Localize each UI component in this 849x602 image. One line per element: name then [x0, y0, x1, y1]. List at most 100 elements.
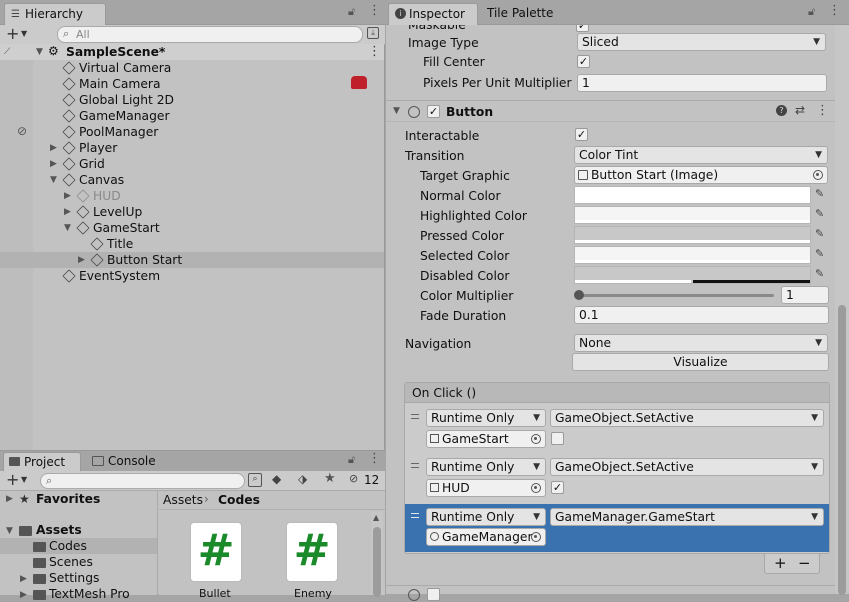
breadcrumb-codes[interactable]: Codes	[218, 492, 260, 508]
eyedropper-icon[interactable]: ✎	[815, 207, 829, 221]
lock-icon[interactable]: 🔓︎	[348, 453, 361, 467]
tree-item-settings[interactable]: Settings	[49, 570, 99, 586]
hierarchy-item[interactable]: ▼ Canvas	[0, 172, 384, 188]
chevron-down-icon[interactable]: ▼	[21, 475, 27, 484]
add-icon[interactable]: +	[6, 24, 19, 43]
fade-duration-input[interactable]: 0.1	[574, 306, 829, 324]
inspector-scrollbar[interactable]	[835, 25, 849, 595]
hierarchy-item[interactable]: ▶ LevelUp	[0, 204, 384, 220]
chevron-right-icon[interactable]: ▶	[64, 191, 71, 201]
hierarchy-item[interactable]: ▼ GameStart	[0, 220, 384, 236]
lock-icon[interactable]: 🔓︎	[348, 5, 361, 19]
search-scope-icon[interactable]: ⌕	[248, 473, 262, 487]
disabled-color-swatch[interactable]	[574, 266, 811, 284]
add-button[interactable]: +	[774, 554, 787, 572]
hierarchy-item[interactable]: Title	[0, 236, 384, 252]
transition-dropdown[interactable]: Color Tint ▼	[574, 146, 828, 164]
eyedropper-icon[interactable]: ✎	[815, 267, 829, 281]
chevron-right-icon[interactable]: ▶	[78, 255, 85, 265]
chevron-right-icon[interactable]: ▶	[64, 207, 71, 217]
presets-icon[interactable]: ⇄	[795, 103, 805, 117]
collapse-icon[interactable]: ⟋	[4, 47, 10, 57]
remove-button[interactable]: −	[798, 554, 811, 572]
hierarchy-item[interactable]: GameManager	[0, 108, 384, 124]
more-icon[interactable]: ⋮	[368, 44, 381, 59]
set-active-checkbox[interactable]	[551, 432, 564, 445]
tab-tile-palette[interactable]: Tile Palette	[480, 3, 553, 25]
eyedropper-icon[interactable]: ✎	[815, 187, 829, 201]
object-picker-icon[interactable]	[531, 434, 541, 444]
eyedropper-icon[interactable]: ✎	[815, 247, 829, 261]
more-icon[interactable]: ⋮	[368, 3, 381, 18]
tab-project[interactable]: Project	[3, 452, 81, 471]
chevron-down-icon[interactable]: ▼	[36, 47, 43, 57]
target-graphic-field[interactable]: Button Start (Image)	[574, 166, 828, 184]
chevron-down-icon[interactable]: ▼	[64, 223, 71, 233]
function-dropdown[interactable]: GameManager.GameStart ▼	[550, 508, 824, 526]
chevron-right-icon[interactable]: ▶	[6, 494, 13, 504]
tree-item-scenes[interactable]: Scenes	[49, 554, 93, 570]
hierarchy-item[interactable]: ▶ Player	[0, 140, 384, 156]
tree-item-favorites[interactable]: Favorites	[36, 491, 100, 507]
star-icon[interactable]: ★	[324, 471, 336, 486]
normal-color-swatch[interactable]	[574, 186, 811, 204]
chevron-right-icon[interactable]: ▶	[50, 159, 57, 169]
tree-item-assets[interactable]: Assets	[36, 522, 82, 538]
add-icon[interactable]: +	[6, 470, 19, 489]
breadcrumb-assets[interactable]: Assets	[163, 492, 203, 508]
object-picker-icon[interactable]	[531, 532, 541, 542]
scroll-thumb[interactable]	[838, 305, 846, 595]
hidden-packages-icon[interactable]: ⊘	[349, 472, 358, 485]
more-icon[interactable]: ⋮	[816, 103, 829, 118]
highlighted-color-swatch[interactable]	[574, 206, 811, 224]
component-enabled-checkbox[interactable]	[427, 588, 440, 601]
lock-icon[interactable]: 🔓︎	[808, 5, 821, 19]
eyedropper-icon[interactable]: ✎	[815, 227, 829, 241]
interactable-checkbox[interactable]: ✓	[575, 128, 588, 141]
tab-inspector[interactable]: i Inspector	[388, 3, 478, 25]
button-component-header[interactable]: ▼ ✓ Button ? ⇄ ⋮	[386, 100, 835, 122]
project-search-input[interactable]: ⌕	[40, 473, 245, 489]
fill-center-checkbox[interactable]: ✓	[577, 55, 590, 68]
more-icon[interactable]: ⋮	[368, 451, 381, 466]
target-object-field[interactable]: GameManager	[426, 528, 546, 546]
scene-row[interactable]: ⟋ ▼ ⚙ SampleScene* ⋮	[0, 44, 384, 60]
button-enabled-checkbox[interactable]: ✓	[427, 105, 440, 118]
color-multiplier-slider[interactable]	[578, 294, 774, 297]
hierarchy-item-selected[interactable]: ▶ Button Start	[0, 252, 384, 268]
drag-handle-icon[interactable]	[411, 463, 419, 468]
runtime-mode-dropdown[interactable]: Runtime Only ▼	[426, 508, 546, 526]
image-type-dropdown[interactable]: Sliced ▼	[577, 33, 826, 51]
tree-item-textmesh-pro[interactable]: TextMesh Pro	[49, 586, 130, 602]
script-file-bullet[interactable]: #	[190, 522, 242, 582]
tab-hierarchy[interactable]: ☰ Hierarchy	[4, 3, 106, 25]
set-active-checkbox[interactable]: ✓	[551, 481, 564, 494]
target-object-field[interactable]: HUD	[426, 479, 546, 497]
function-dropdown[interactable]: GameObject.SetActive ▼	[550, 458, 824, 476]
search-options-icon[interactable]: ⤓	[367, 27, 379, 39]
selected-color-swatch[interactable]	[574, 246, 811, 264]
hierarchy-item[interactable]: Main Camera	[0, 76, 384, 92]
hierarchy-item[interactable]: EventSystem	[0, 268, 384, 284]
hierarchy-item[interactable]: ▶ Grid	[0, 156, 384, 172]
more-icon[interactable]: ⋮	[828, 3, 841, 18]
drag-handle-icon[interactable]	[411, 513, 419, 518]
navigation-dropdown[interactable]: None ▼	[574, 334, 828, 352]
chevron-right-icon[interactable]: ▶	[20, 574, 27, 584]
function-dropdown[interactable]: GameObject.SetActive ▼	[550, 409, 824, 427]
drag-handle-icon[interactable]	[411, 414, 419, 419]
filter-type-icon[interactable]: ◆	[272, 472, 281, 486]
scroll-thumb[interactable]	[373, 527, 381, 597]
runtime-mode-dropdown[interactable]: Runtime Only ▼	[426, 409, 546, 427]
chevron-down-icon[interactable]: ▼	[21, 29, 27, 38]
chevron-down-icon[interactable]: ▼	[393, 106, 400, 116]
hierarchy-item[interactable]: Global Light 2D	[0, 92, 384, 108]
tree-item-codes[interactable]: Codes	[49, 538, 87, 554]
scrollbar[interactable]: ▲	[371, 511, 383, 597]
object-picker-icon[interactable]	[531, 483, 541, 493]
search-input[interactable]: ⌕ All	[57, 26, 363, 43]
hierarchy-item[interactable]: ▶ HUD	[0, 188, 384, 204]
maskable-checkbox[interactable]: ✓	[576, 25, 589, 32]
label-icon[interactable]: ⬗	[298, 472, 307, 486]
chevron-down-icon[interactable]: ▼	[50, 175, 57, 185]
